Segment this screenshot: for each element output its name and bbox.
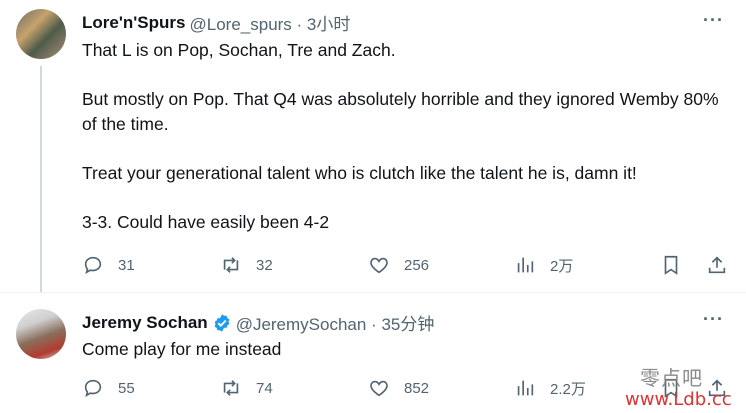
handle-and-time[interactable]: @Lore_spurs · 3小时 (190, 10, 351, 35)
display-name[interactable]: Lore'n'Spurs (82, 13, 186, 33)
retweet-icon (223, 257, 239, 273)
tweet-lore-n-spurs[interactable]: Lore'n'Spurs @Lore_spurs · 3小时 ··· That … (0, 0, 746, 292)
view-count: 2.2万 (550, 380, 586, 398)
tweet-paragraph: Come play for me instead (82, 339, 282, 359)
views-icon (517, 380, 534, 396)
more-options-icon[interactable]: ··· (703, 10, 724, 31)
share-button[interactable] (706, 254, 732, 276)
retweet-icon (223, 380, 239, 396)
tweet-text: That L is on Pop, Sochan, Tre and Zach. … (82, 38, 722, 259)
reply-icon (84, 256, 102, 275)
tweet-paragraph: But mostly on Pop. That Q4 was absolutel… (82, 89, 719, 134)
view-count: 2万 (550, 257, 574, 275)
action-bar: 31 32 256 2万 (82, 254, 732, 276)
like-button[interactable]: 256 (368, 254, 514, 276)
reply-count: 55 (118, 379, 135, 397)
avatar[interactable] (16, 309, 66, 359)
reply-icon (84, 379, 102, 398)
views-icon (517, 257, 534, 273)
tweet-paragraph: Treat your generational talent who is cl… (82, 163, 637, 183)
share-icon (708, 256, 726, 274)
watermark-text: 零点吧 (640, 366, 703, 390)
tweet-paragraph: That L is on Pop, Sochan, Tre and Zach. (82, 40, 396, 60)
thread-line (40, 66, 42, 292)
like-count: 256 (404, 256, 430, 274)
reply-count: 31 (118, 256, 135, 274)
views-button[interactable]: 2万 (514, 254, 660, 276)
tweet-paragraph: 3-3. Could have easily been 4-2 (82, 212, 330, 232)
retweet-count: 74 (256, 379, 273, 397)
tweet-header: Jeremy Sochan @JeremySochan · 35分钟 (82, 310, 434, 335)
heart-icon (370, 257, 388, 274)
heart-icon (370, 380, 388, 397)
retweet-count: 32 (256, 256, 273, 274)
retweet-button[interactable]: 32 (220, 254, 368, 276)
tweet-header: Lore'n'Spurs @Lore_spurs · 3小时 (82, 10, 350, 35)
handle-and-time[interactable]: @JeremySochan · 35分钟 (236, 310, 435, 335)
display-name[interactable]: Jeremy Sochan (82, 313, 208, 333)
watermark-url: www.Ldb.cc (625, 389, 732, 410)
like-count: 852 (404, 379, 430, 397)
reply-button[interactable]: 31 (82, 254, 220, 276)
bookmark-button[interactable] (660, 254, 706, 276)
retweet-button[interactable]: 74 (220, 377, 368, 399)
more-options-icon[interactable]: ··· (703, 309, 724, 330)
verified-badge-icon (214, 313, 230, 332)
bookmark-icon (664, 255, 678, 275)
like-button[interactable]: 852 (368, 377, 514, 399)
avatar[interactable] (16, 9, 66, 59)
reply-button[interactable]: 55 (82, 377, 220, 399)
